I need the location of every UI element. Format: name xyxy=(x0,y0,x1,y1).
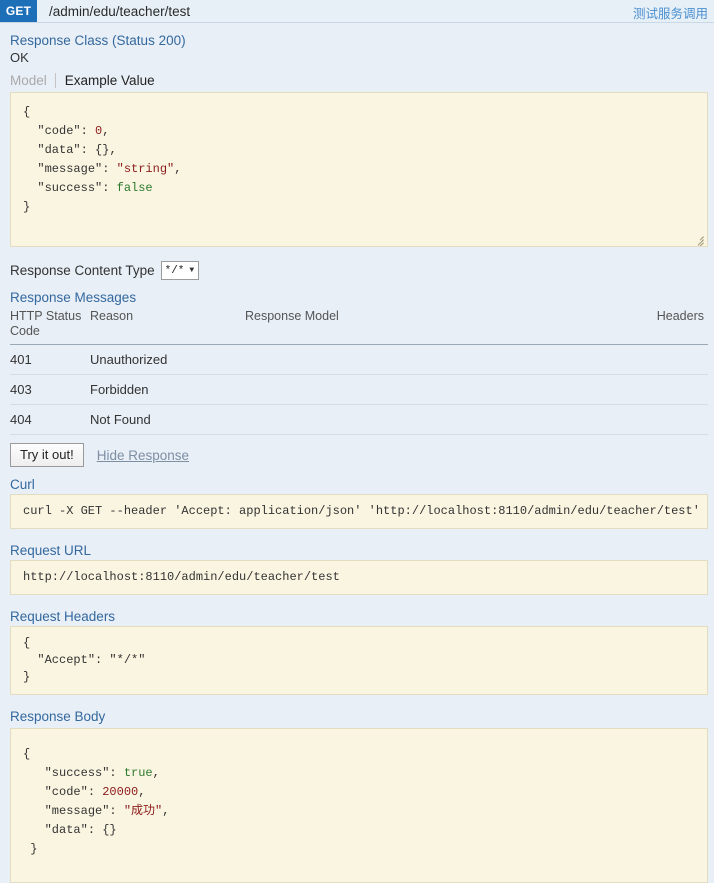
tab-model[interactable]: Model xyxy=(10,73,55,88)
curl-heading: Curl xyxy=(10,477,35,492)
request-headers-accept-value: "*/*" xyxy=(109,653,146,667)
response-body-value-data: {} xyxy=(102,823,117,837)
example-close-brace: } xyxy=(23,200,31,214)
example-comma-0: , xyxy=(102,124,110,138)
response-body-box[interactable]: { "success": true, "code": 20000, "messa… xyxy=(10,728,708,883)
response-body-comma-1: , xyxy=(138,785,146,799)
example-value-message: "string" xyxy=(116,162,175,176)
response-body-value-success: true xyxy=(123,766,153,780)
cell-status-code: 404 xyxy=(10,404,90,435)
table-header-row: HTTP Status Code Reason Response Model H… xyxy=(10,307,708,345)
example-key-success: "success" xyxy=(37,181,103,195)
cell-response-model xyxy=(245,404,545,435)
column-header-response-model: Response Model xyxy=(245,307,545,345)
request-headers-accept-key: "Accept" xyxy=(37,653,96,667)
cell-status-code: 401 xyxy=(10,344,90,375)
action-row: Try it out! Hide Response xyxy=(10,443,706,467)
response-body-key-data: "data" xyxy=(44,823,88,837)
response-content-type-select[interactable]: */* ▼ xyxy=(160,261,200,280)
request-headers-close-brace: } xyxy=(23,670,31,684)
example-comma-2: , xyxy=(174,162,182,176)
request-headers-heading: Request Headers xyxy=(10,609,116,624)
textarea-resize-grip[interactable] xyxy=(692,231,706,246)
cell-reason: Unauthorized xyxy=(90,344,245,375)
response-body-value-code: 20000 xyxy=(102,785,139,799)
response-body-open-brace: { xyxy=(23,747,31,761)
cell-headers xyxy=(545,344,708,375)
response-messages-table: HTTP Status Code Reason Response Model H… xyxy=(10,307,708,435)
cell-reason: Forbidden xyxy=(90,374,245,405)
response-body-value-message: "成功" xyxy=(123,804,163,818)
request-url-heading: Request URL xyxy=(10,543,92,558)
try-it-out-button[interactable]: Try it out! xyxy=(10,443,84,467)
cell-response-model xyxy=(245,374,545,405)
cell-status-code: 403 xyxy=(10,374,90,405)
cell-headers xyxy=(545,374,708,405)
example-comma-1: , xyxy=(109,143,117,157)
example-value-box[interactable]: { "code": 0, "data": {}, "message": "str… xyxy=(10,92,708,247)
example-open-brace: { xyxy=(23,105,31,119)
response-content-type-row: Response Content Type */* ▼ xyxy=(10,261,706,280)
operation-body: Response Class (Status 200) OK Model Exa… xyxy=(0,23,714,883)
example-key-code: "code" xyxy=(37,124,81,138)
response-class-status-text: OK xyxy=(10,50,29,65)
column-header-reason: Reason xyxy=(90,307,245,345)
table-row: 403 Forbidden xyxy=(10,374,708,405)
response-body-heading: Response Body xyxy=(10,709,106,724)
response-body-key-message: "message" xyxy=(44,804,110,818)
column-header-status-code: HTTP Status Code xyxy=(10,307,90,345)
example-value-data: {} xyxy=(95,143,110,157)
operation-summary[interactable]: 测试服务调用 xyxy=(633,3,708,22)
response-class-heading: Response Class (Status 200) xyxy=(10,33,186,48)
table-row: 404 Not Found xyxy=(10,404,708,435)
response-body-comma-2: , xyxy=(162,804,170,818)
request-headers-box[interactable]: { "Accept": "*/*" } xyxy=(10,626,708,695)
cell-reason: Not Found xyxy=(90,404,245,435)
model-example-tabs: Model Example Value xyxy=(10,73,706,88)
response-content-type-label: Response Content Type xyxy=(10,263,155,278)
curl-command-box[interactable]: curl -X GET --header 'Accept: applicatio… xyxy=(10,494,708,529)
tab-example-value[interactable]: Example Value xyxy=(54,73,163,88)
column-header-headers: Headers xyxy=(545,307,708,345)
cell-headers xyxy=(545,404,708,435)
request-headers-open-brace: { xyxy=(23,636,31,650)
hide-response-link[interactable]: Hide Response xyxy=(97,448,189,463)
cell-response-model xyxy=(245,344,545,375)
table-row: 401 Unauthorized xyxy=(10,344,708,375)
response-content-type-value: */* xyxy=(164,264,185,277)
response-messages-heading: Response Messages xyxy=(10,290,137,305)
example-key-message: "message" xyxy=(37,162,103,176)
example-value-success: false xyxy=(116,181,153,195)
response-body-comma-0: , xyxy=(152,766,160,780)
response-body-close-brace: } xyxy=(30,842,38,856)
operation-header[interactable]: GET /admin/edu/teacher/test 测试服务调用 xyxy=(0,0,714,23)
example-key-data: "data" xyxy=(37,143,81,157)
http-method-badge: GET xyxy=(0,0,37,22)
operation-path[interactable]: /admin/edu/teacher/test xyxy=(49,4,190,19)
response-body-key-code: "code" xyxy=(44,785,88,799)
response-body-key-success: "success" xyxy=(44,766,110,780)
chevron-down-icon: ▼ xyxy=(189,265,195,275)
request-url-box[interactable]: http://localhost:8110/admin/edu/teacher/… xyxy=(10,560,708,595)
